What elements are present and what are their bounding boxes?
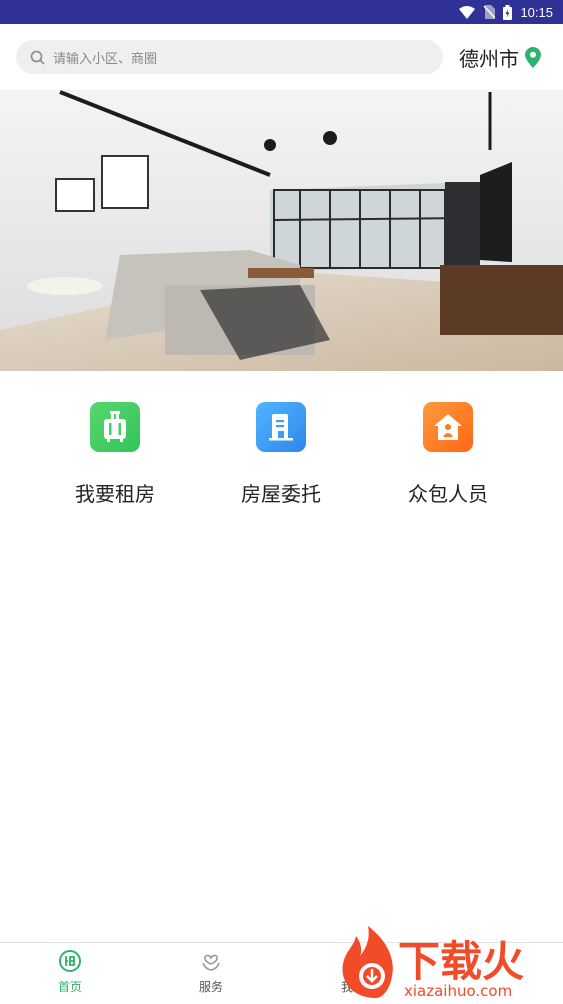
menu-item-entrust[interactable]: 房屋委托 bbox=[206, 400, 356, 507]
location-pin-icon bbox=[525, 47, 541, 68]
banner-image[interactable] bbox=[0, 90, 563, 371]
menu-item-rent[interactable]: 我要租房 bbox=[40, 400, 190, 507]
tab-label: 首页 bbox=[57, 980, 82, 994]
clock: 10:15 bbox=[520, 4, 553, 20]
service-icon bbox=[202, 954, 220, 971]
building-icon bbox=[256, 402, 306, 452]
menu-item-crowdsource[interactable]: 众包人员 bbox=[373, 400, 523, 507]
wifi-icon bbox=[459, 5, 476, 19]
menu-item-label: 众包人员 bbox=[408, 482, 488, 506]
home-rent-icon bbox=[59, 950, 81, 972]
watermark-title: 下载火 bbox=[398, 937, 524, 986]
city-selector[interactable]: 德州市 bbox=[459, 43, 541, 72]
tab-home[interactable]: 首页 bbox=[30, 949, 110, 995]
watermark-domain: xiazaihuo.com bbox=[404, 982, 512, 1000]
search-input[interactable]: 请输入小区、商圈 bbox=[16, 40, 443, 74]
status-bar: 10:15 bbox=[0, 0, 563, 24]
tab-label: 服务 bbox=[198, 980, 223, 994]
quick-menu: 我要租房 房屋委托 众包人员 bbox=[0, 400, 563, 510]
header: 请输入小区、商圈 德州市 bbox=[0, 24, 563, 90]
city-name: 德州市 bbox=[459, 47, 519, 71]
living-room-photo bbox=[0, 90, 563, 371]
house-person-icon bbox=[423, 402, 473, 452]
search-icon bbox=[30, 50, 45, 65]
luggage-icon bbox=[90, 402, 140, 452]
flame-logo-icon: 下载火 xiazaihuo.com bbox=[342, 926, 524, 1000]
watermark-logo: 下载火 xiazaihuo.com bbox=[332, 926, 563, 1000]
menu-item-label: 我要租房 bbox=[75, 482, 155, 506]
battery-icon bbox=[503, 4, 513, 20]
search-placeholder: 请输入小区、商圈 bbox=[53, 51, 158, 67]
no-sim-icon bbox=[483, 5, 496, 19]
menu-item-label: 房屋委托 bbox=[241, 482, 321, 506]
tab-service[interactable]: 服务 bbox=[171, 949, 251, 995]
